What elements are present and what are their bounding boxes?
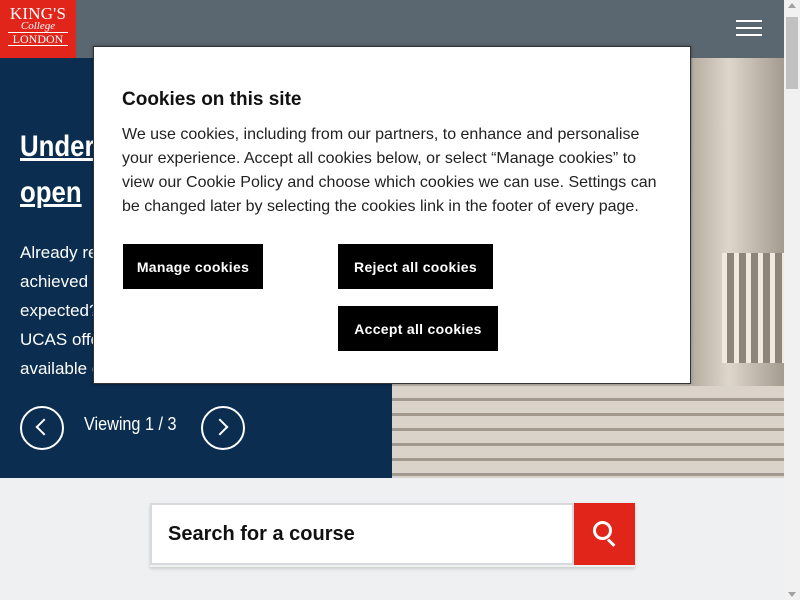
accept-all-cookies-button[interactable]: Accept all cookies — [338, 306, 498, 351]
reject-all-cookies-button[interactable]: Reject all cookies — [338, 244, 493, 289]
hamburger-menu-icon[interactable] — [736, 20, 762, 40]
page-scrollbar[interactable] — [784, 0, 800, 600]
carousel-next-button[interactable] — [201, 406, 245, 450]
search-icon-handle — [606, 538, 616, 547]
course-search-input[interactable] — [150, 503, 574, 565]
carousel-counter: Viewing 1 / 3 — [84, 414, 177, 434]
scroll-up-arrow-icon[interactable] — [788, 3, 796, 8]
search-icon — [593, 521, 612, 540]
search-button[interactable] — [574, 503, 635, 565]
course-search-bar — [150, 503, 635, 567]
logo-line-london: LONDON — [8, 32, 68, 46]
kings-college-london-logo[interactable]: KING'S College LONDON — [0, 0, 76, 58]
menu-bar — [736, 34, 762, 36]
menu-bar — [736, 20, 762, 22]
photo-steps — [392, 386, 784, 478]
carousel-prev-button[interactable] — [20, 406, 64, 450]
chevron-left-icon — [35, 418, 53, 436]
scroll-down-arrow-icon[interactable] — [788, 592, 796, 597]
cookie-dialog-title: Cookies on this site — [122, 89, 302, 110]
manage-cookies-button[interactable]: Manage cookies — [123, 244, 263, 289]
cookie-dialog-body: We use cookies, including from our partn… — [122, 126, 657, 215]
photo-balustrade — [722, 253, 784, 363]
logo-line-kings: KING'S — [9, 4, 67, 23]
menu-bar — [736, 27, 762, 29]
chevron-right-icon — [211, 418, 229, 436]
cookie-consent-dialog: Cookies on this site We use cookies, inc… — [93, 46, 691, 384]
scrollbar-thumb[interactable] — [786, 17, 798, 89]
